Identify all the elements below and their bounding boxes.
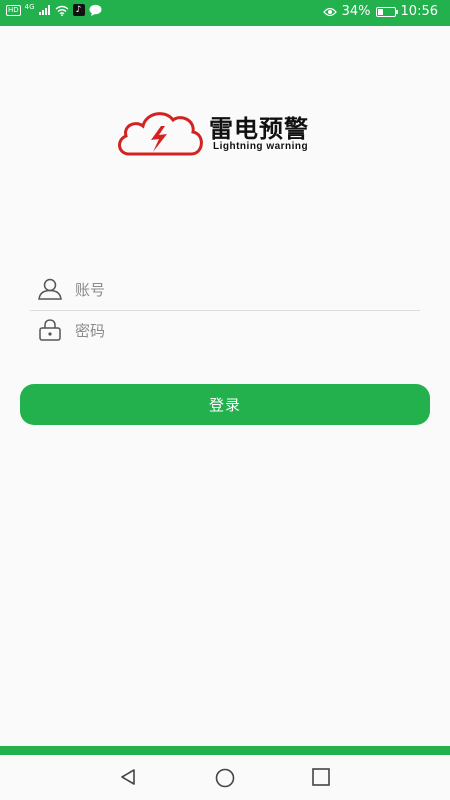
status-left: HD 4G ♪ bbox=[6, 3, 102, 16]
network-type: 4G bbox=[24, 3, 35, 11]
app-subtitle: Lightning warning bbox=[213, 141, 309, 152]
home-icon[interactable] bbox=[214, 767, 236, 789]
app-logo: 雷电预警 Lightning warning bbox=[115, 106, 325, 162]
lock-icon bbox=[39, 319, 61, 341]
signal-icon bbox=[38, 5, 50, 15]
account-field bbox=[30, 270, 420, 311]
tiktok-icon: ♪ bbox=[72, 4, 85, 16]
bottom-accent-bar bbox=[0, 746, 450, 755]
battery-icon bbox=[375, 6, 398, 17]
password-field bbox=[30, 311, 420, 351]
status-right: 34% 10:56 bbox=[322, 4, 438, 19]
back-icon[interactable] bbox=[118, 767, 138, 787]
hd-badge: HD bbox=[6, 4, 21, 16]
chat-icon bbox=[89, 4, 102, 16]
app-title: 雷电预警 bbox=[209, 115, 309, 143]
status-bar: HD 4G ♪ 34% 10:56 bbox=[0, 0, 450, 26]
account-input[interactable] bbox=[73, 274, 407, 306]
login-button[interactable]: 登录 bbox=[20, 384, 430, 425]
cloud-lightning-icon bbox=[118, 112, 203, 156]
clock: 10:56 bbox=[400, 4, 438, 19]
password-input[interactable] bbox=[73, 315, 407, 347]
user-icon bbox=[38, 278, 62, 300]
recents-icon[interactable] bbox=[311, 767, 331, 787]
navigation-bar bbox=[0, 755, 450, 800]
eye-icon bbox=[322, 7, 337, 16]
battery-percent: 34% bbox=[341, 4, 371, 19]
wifi-icon bbox=[55, 5, 68, 16]
